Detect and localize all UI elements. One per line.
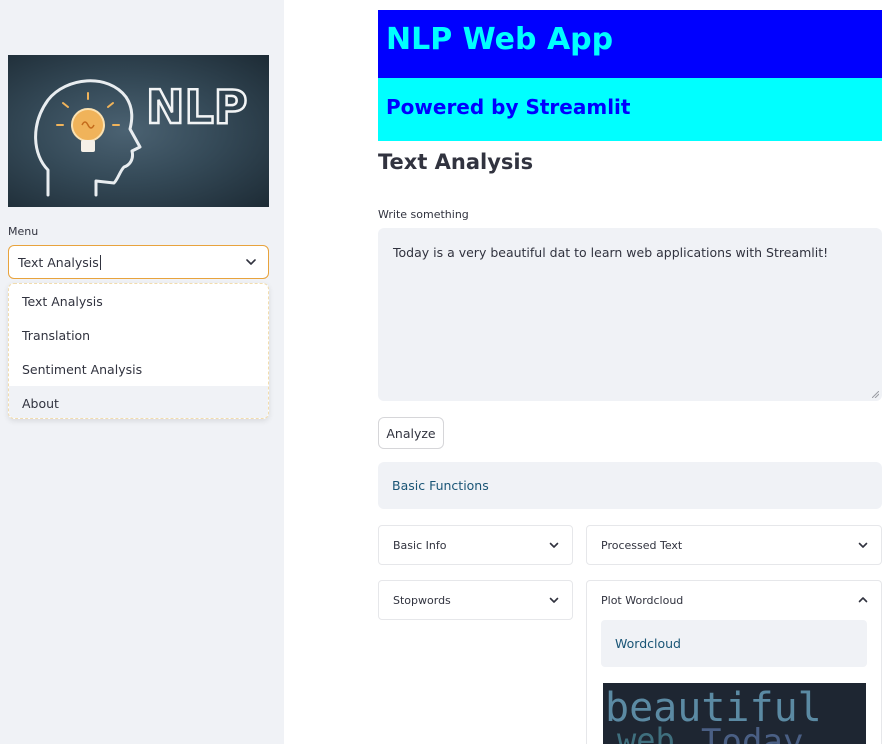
page-title: Text Analysis xyxy=(378,150,534,174)
expander-plot-wordcloud[interactable]: Plot Wordcloud xyxy=(586,580,882,620)
wordcloud-info: Wordcloud xyxy=(601,620,867,667)
app-subtitle: Powered by Streamlit xyxy=(386,95,631,119)
resize-handle-icon[interactable] xyxy=(872,391,879,398)
expander-processed-text[interactable]: Processed Text xyxy=(586,525,882,565)
wordcloud-word: Today xyxy=(701,722,803,744)
svg-text:NLP: NLP xyxy=(146,80,248,134)
chevron-down-icon[interactable] xyxy=(244,255,258,269)
app-title: NLP Web App xyxy=(386,22,614,57)
expander-basic-info[interactable]: Basic Info xyxy=(378,525,573,565)
app-subtitle-banner: Powered by Streamlit xyxy=(378,78,882,141)
menu-select-value: Text Analysis xyxy=(18,254,99,270)
menu-option-translation[interactable]: Translation xyxy=(9,318,268,352)
nlp-logo-image: NLP xyxy=(8,55,269,207)
expander-stopwords[interactable]: Stopwords xyxy=(378,580,573,620)
wordcloud-word: web xyxy=(617,721,675,744)
text-input-area[interactable]: Today is a very beautiful dat to learn w… xyxy=(378,228,882,401)
expander-label: Plot Wordcloud xyxy=(601,594,684,607)
expander-label: Processed Text xyxy=(601,538,683,552)
basic-functions-info: Basic Functions xyxy=(378,462,882,509)
chevron-down-icon xyxy=(549,542,559,548)
textarea-label: Write something xyxy=(378,208,469,221)
menu-option-text-analysis[interactable]: Text Analysis xyxy=(9,284,268,318)
chevron-down-icon xyxy=(549,597,559,603)
text-cursor xyxy=(99,254,101,270)
menu-label: Menu xyxy=(8,225,39,238)
app-title-banner: NLP Web App xyxy=(378,10,882,78)
wordcloud-image: beautiful web Today xyxy=(603,683,866,744)
chevron-down-icon xyxy=(858,542,868,548)
expander-label: Basic Info xyxy=(393,538,447,552)
expander-label: Stopwords xyxy=(393,593,451,607)
menu-select[interactable]: Text Analysis xyxy=(8,245,269,279)
analyze-button[interactable]: Analyze xyxy=(378,417,444,449)
menu-option-about[interactable]: About xyxy=(9,386,268,418)
sidebar: NLP Menu Text Analysis Text Analysis Tra… xyxy=(0,0,284,744)
menu-dropdown: Text Analysis Translation Sentiment Anal… xyxy=(8,283,269,419)
menu-option-sentiment-analysis[interactable]: Sentiment Analysis xyxy=(9,352,268,386)
chevron-up-icon xyxy=(858,597,868,603)
